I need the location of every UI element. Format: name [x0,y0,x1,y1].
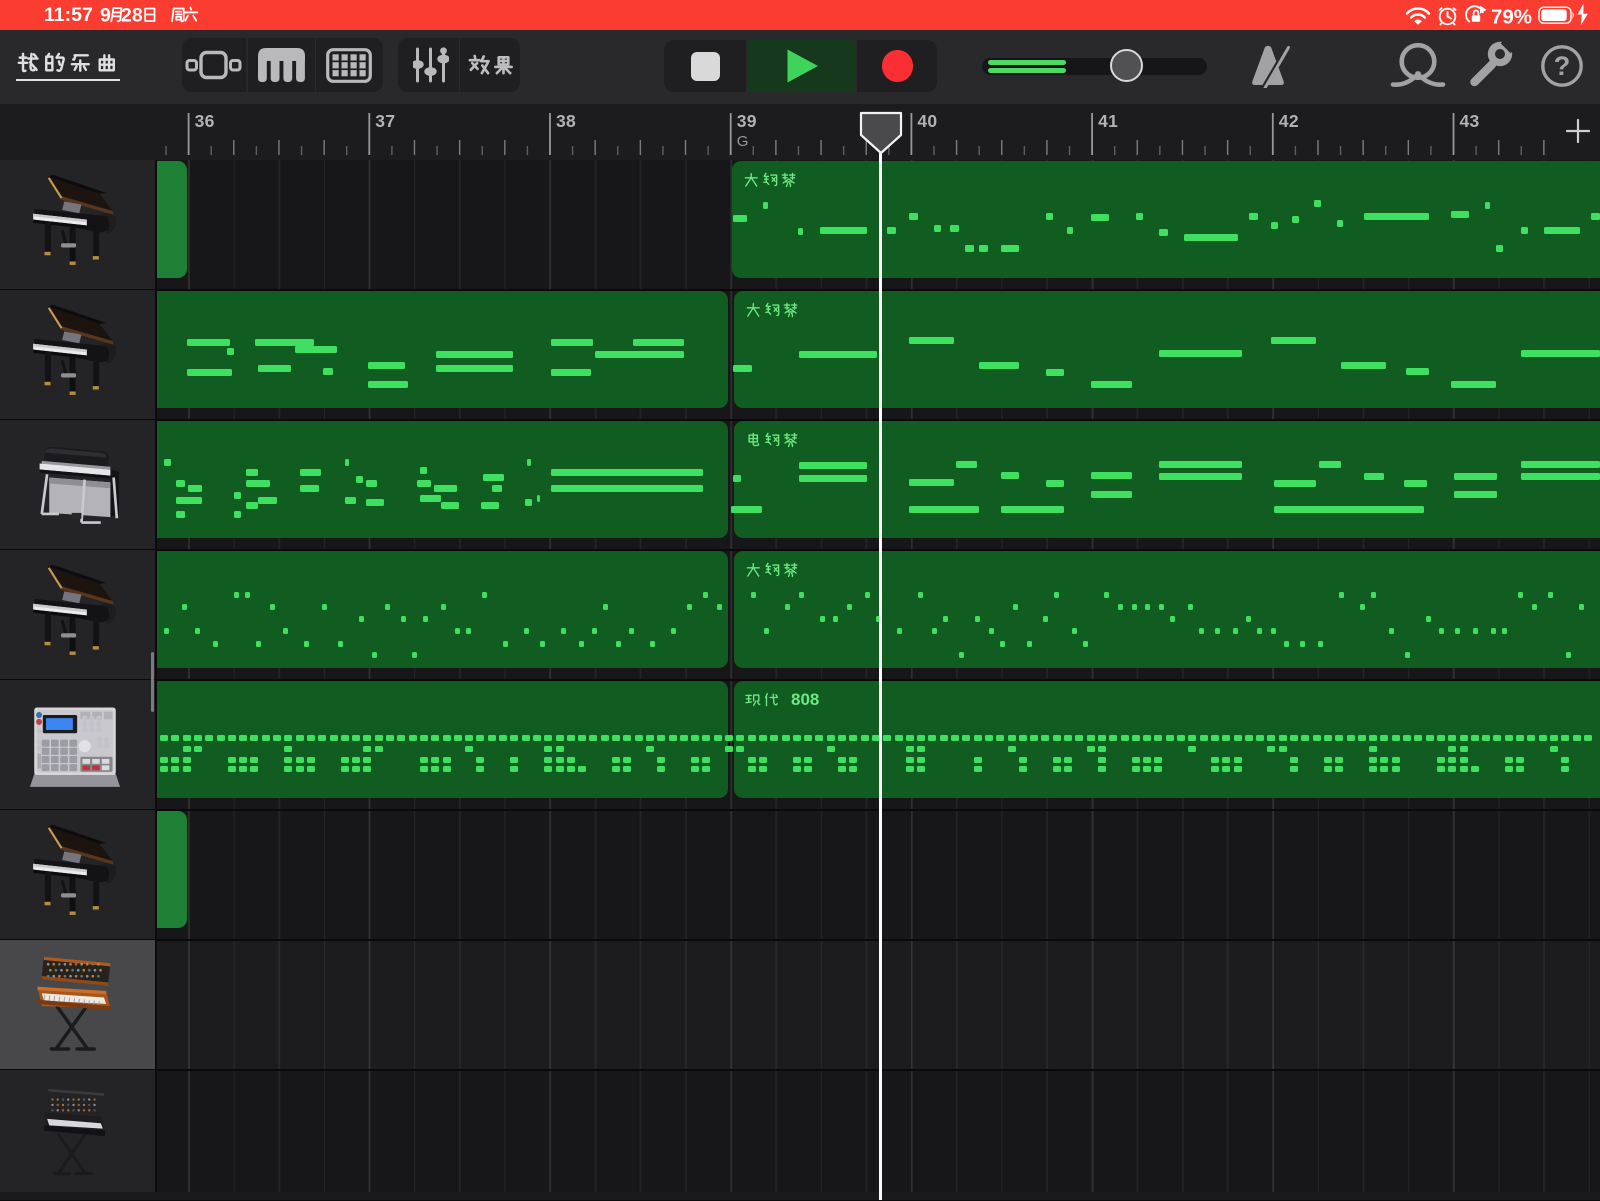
svg-text:?: ? [1554,51,1571,81]
svg-text:9: 9 [100,4,111,26]
svg-text:79%: 79% [1491,6,1532,29]
svg-text:28: 28 [121,4,143,26]
